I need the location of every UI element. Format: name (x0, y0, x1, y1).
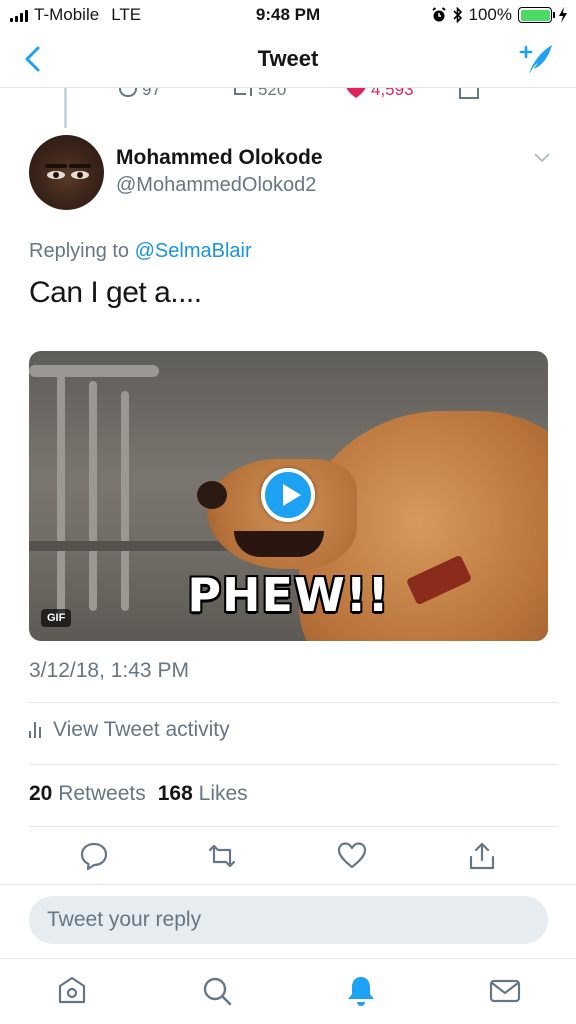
heart-icon[interactable] (336, 840, 368, 872)
avatar[interactable] (29, 135, 104, 210)
dog-nose (197, 481, 227, 509)
replying-to-prefix: Replying to (29, 240, 130, 262)
divider (29, 702, 558, 703)
search-icon[interactable] (200, 974, 234, 1008)
previous-reply-count: 97 (142, 88, 161, 99)
gif-caption: PHEW!! (187, 568, 390, 622)
previous-tweet-actions: 97 520 4,593 (0, 88, 576, 104)
likes-label: Likes (198, 782, 248, 805)
reply-input[interactable] (29, 896, 548, 944)
retweet-icon[interactable] (206, 840, 238, 872)
page-title: Tweet (257, 46, 319, 71)
share-icon[interactable] (466, 840, 498, 872)
notifications-icon[interactable] (344, 974, 378, 1008)
analytics-icon (29, 722, 41, 738)
battery-percentage: 100% (468, 5, 512, 24)
previous-reply-action[interactable]: 97 (118, 88, 161, 100)
previous-retweet-count: 520 (258, 88, 287, 99)
status-bar: T-Mobile LTE 9:48 PM 100% (0, 0, 576, 30)
retweets-count: 20 (29, 782, 53, 805)
previous-like-count: 4,593 (371, 88, 414, 99)
tab-bar (0, 958, 576, 1024)
previous-retweet-action[interactable]: 520 (232, 88, 286, 100)
messages-icon[interactable] (488, 974, 522, 1008)
retweets-stat[interactable]: 20 Retweets (29, 782, 146, 806)
replying-to-mention[interactable]: @SelmaBlair (135, 240, 252, 262)
reply-icon[interactable] (78, 840, 110, 872)
retweet-icon (234, 88, 252, 96)
view-tweet-activity[interactable]: View Tweet activity (29, 718, 230, 742)
heart-filled-icon (346, 88, 366, 98)
tweet-stats: 20 Retweets 168 Likes (29, 782, 248, 806)
status-bar-right: 100% (431, 5, 568, 25)
likes-count: 168 (157, 782, 193, 805)
divider (0, 884, 576, 885)
compose-tweet-icon[interactable] (516, 40, 556, 78)
tweet-text: Can I get a.... (29, 276, 202, 309)
tweet-media-gif[interactable]: PHEW!! GIF (29, 351, 548, 641)
retweets-label: Retweets (58, 782, 146, 805)
alarm-icon (431, 7, 446, 22)
previous-share-action[interactable] (458, 88, 480, 100)
gif-badge: GIF (41, 609, 72, 627)
author-handle[interactable]: @MohammedOlokod2 (116, 174, 316, 197)
likes-stat[interactable]: 168 Likes (158, 782, 248, 806)
tweet-timestamp: 3/12/18, 1:43 PM (29, 659, 189, 682)
background-rail (29, 365, 159, 377)
divider (29, 826, 558, 827)
divider (29, 764, 558, 765)
previous-like-action[interactable]: 4,593 (345, 88, 414, 100)
replying-to: Replying to @SelmaBlair (29, 240, 252, 263)
bluetooth-icon (452, 7, 462, 23)
reply-icon (119, 88, 137, 97)
chevron-down-icon[interactable] (532, 150, 552, 164)
charging-icon (559, 7, 567, 23)
view-tweet-activity-label: View Tweet activity (53, 718, 230, 741)
author-display-name[interactable]: Mohammed Olokode (116, 146, 323, 170)
dog-mouth (234, 531, 324, 557)
share-icon (459, 88, 479, 99)
play-icon[interactable] (261, 468, 315, 522)
navigation-bar: Tweet (0, 30, 576, 88)
home-icon[interactable] (55, 974, 89, 1008)
battery-icon (518, 7, 555, 23)
tweet-actions (0, 840, 576, 874)
